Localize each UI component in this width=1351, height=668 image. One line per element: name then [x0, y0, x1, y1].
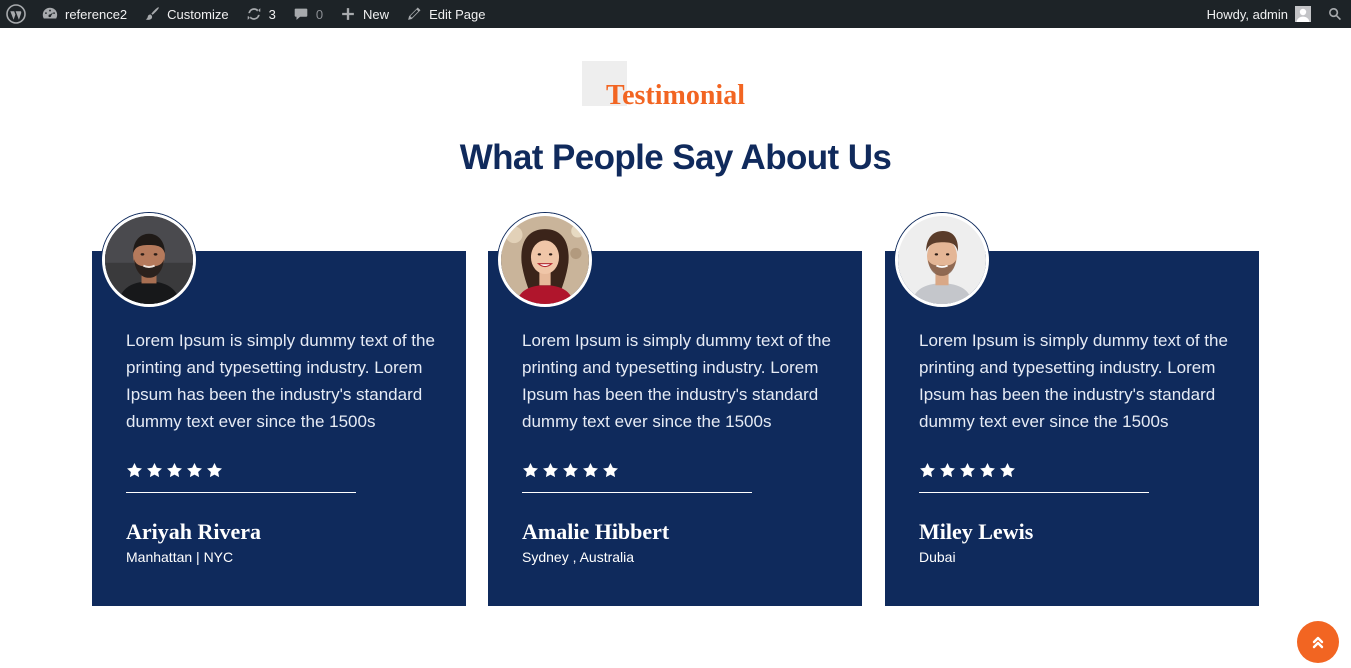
star-rating	[126, 462, 223, 479]
admin-bar-right: Howdy, admin	[1199, 0, 1351, 28]
star-icon	[166, 462, 183, 479]
new-label: New	[363, 6, 390, 22]
wordpress-menu[interactable]	[0, 0, 33, 28]
star-rating	[522, 462, 619, 479]
testimonial-card: Lorem Ipsum is simply dummy text of the …	[92, 213, 466, 606]
edit-page-label: Edit Page	[429, 6, 486, 22]
avatar	[498, 213, 592, 307]
card-divider	[522, 492, 752, 493]
double-chevron-up-icon	[1312, 636, 1324, 649]
site-name-link[interactable]: reference2	[33, 0, 135, 28]
comments-link[interactable]: 0	[284, 0, 331, 28]
new-content-link[interactable]: New	[331, 0, 397, 28]
star-icon	[542, 462, 559, 479]
customize-label: Customize	[167, 6, 229, 22]
star-icon	[979, 462, 996, 479]
star-icon	[919, 462, 936, 479]
updates-link[interactable]: 3	[237, 0, 284, 28]
testimonial-card: Lorem Ipsum is simply dummy text of the …	[885, 213, 1259, 606]
star-icon	[522, 462, 539, 479]
comment-icon	[294, 8, 308, 20]
star-icon	[126, 462, 143, 479]
wordpress-logo-icon	[6, 4, 26, 24]
scroll-to-top-button[interactable]	[1297, 621, 1339, 663]
section-subtitle: Testimonial	[606, 80, 745, 111]
comments-count: 0	[315, 6, 324, 22]
section-title: What People Say About Us	[459, 138, 892, 177]
testimonial-text: Lorem Ipsum is simply dummy text of the …	[919, 331, 1228, 431]
search-icon	[1329, 7, 1341, 21]
star-icon	[582, 462, 599, 479]
pencil-icon	[408, 7, 421, 20]
dashboard-icon	[42, 7, 58, 19]
admin-bar: reference2 Customize 3 0 New Edit Page H…	[0, 0, 1351, 28]
testimonial-name: Amalie Hibbert	[522, 519, 670, 544]
star-icon	[939, 462, 956, 479]
howdy-label: Howdy, admin	[1206, 6, 1288, 22]
card-divider	[126, 492, 356, 493]
testimonial-text: Lorem Ipsum is simply dummy text of the …	[126, 331, 435, 431]
star-icon	[206, 462, 223, 479]
testimonial-name: Miley Lewis	[919, 519, 1034, 544]
star-icon	[602, 462, 619, 479]
avatar	[895, 213, 989, 307]
star-rating	[919, 462, 1016, 479]
customize-link[interactable]: Customize	[135, 0, 236, 28]
site-name-label: reference2	[65, 6, 128, 22]
testimonial-text: Lorem Ipsum is simply dummy text of the …	[522, 331, 831, 431]
star-icon	[562, 462, 579, 479]
admin-bar-search[interactable]	[1319, 0, 1351, 28]
updates-count: 3	[268, 6, 276, 22]
edit-page-link[interactable]: Edit Page	[397, 0, 493, 28]
testimonial-card: Lorem Ipsum is simply dummy text of the …	[488, 213, 862, 606]
star-icon	[146, 462, 163, 479]
brush-icon	[145, 7, 159, 20]
testimonial-location: Manhattan | NYC	[126, 549, 234, 565]
user-avatar-icon	[1295, 6, 1311, 22]
testimonial-location: Sydney , Australia	[522, 549, 635, 565]
card-divider	[919, 492, 1149, 493]
updates-icon	[247, 8, 260, 20]
star-icon	[186, 462, 203, 479]
star-icon	[999, 462, 1016, 479]
avatar	[102, 213, 196, 307]
my-account-menu[interactable]: Howdy, admin	[1199, 0, 1319, 28]
admin-bar-left: reference2 Customize 3 0 New Edit Page	[0, 0, 493, 28]
testimonial-name: Ariyah Rivera	[126, 519, 262, 544]
plus-icon	[342, 8, 354, 20]
star-icon	[959, 462, 976, 479]
testimonial-location: Dubai	[919, 549, 956, 565]
